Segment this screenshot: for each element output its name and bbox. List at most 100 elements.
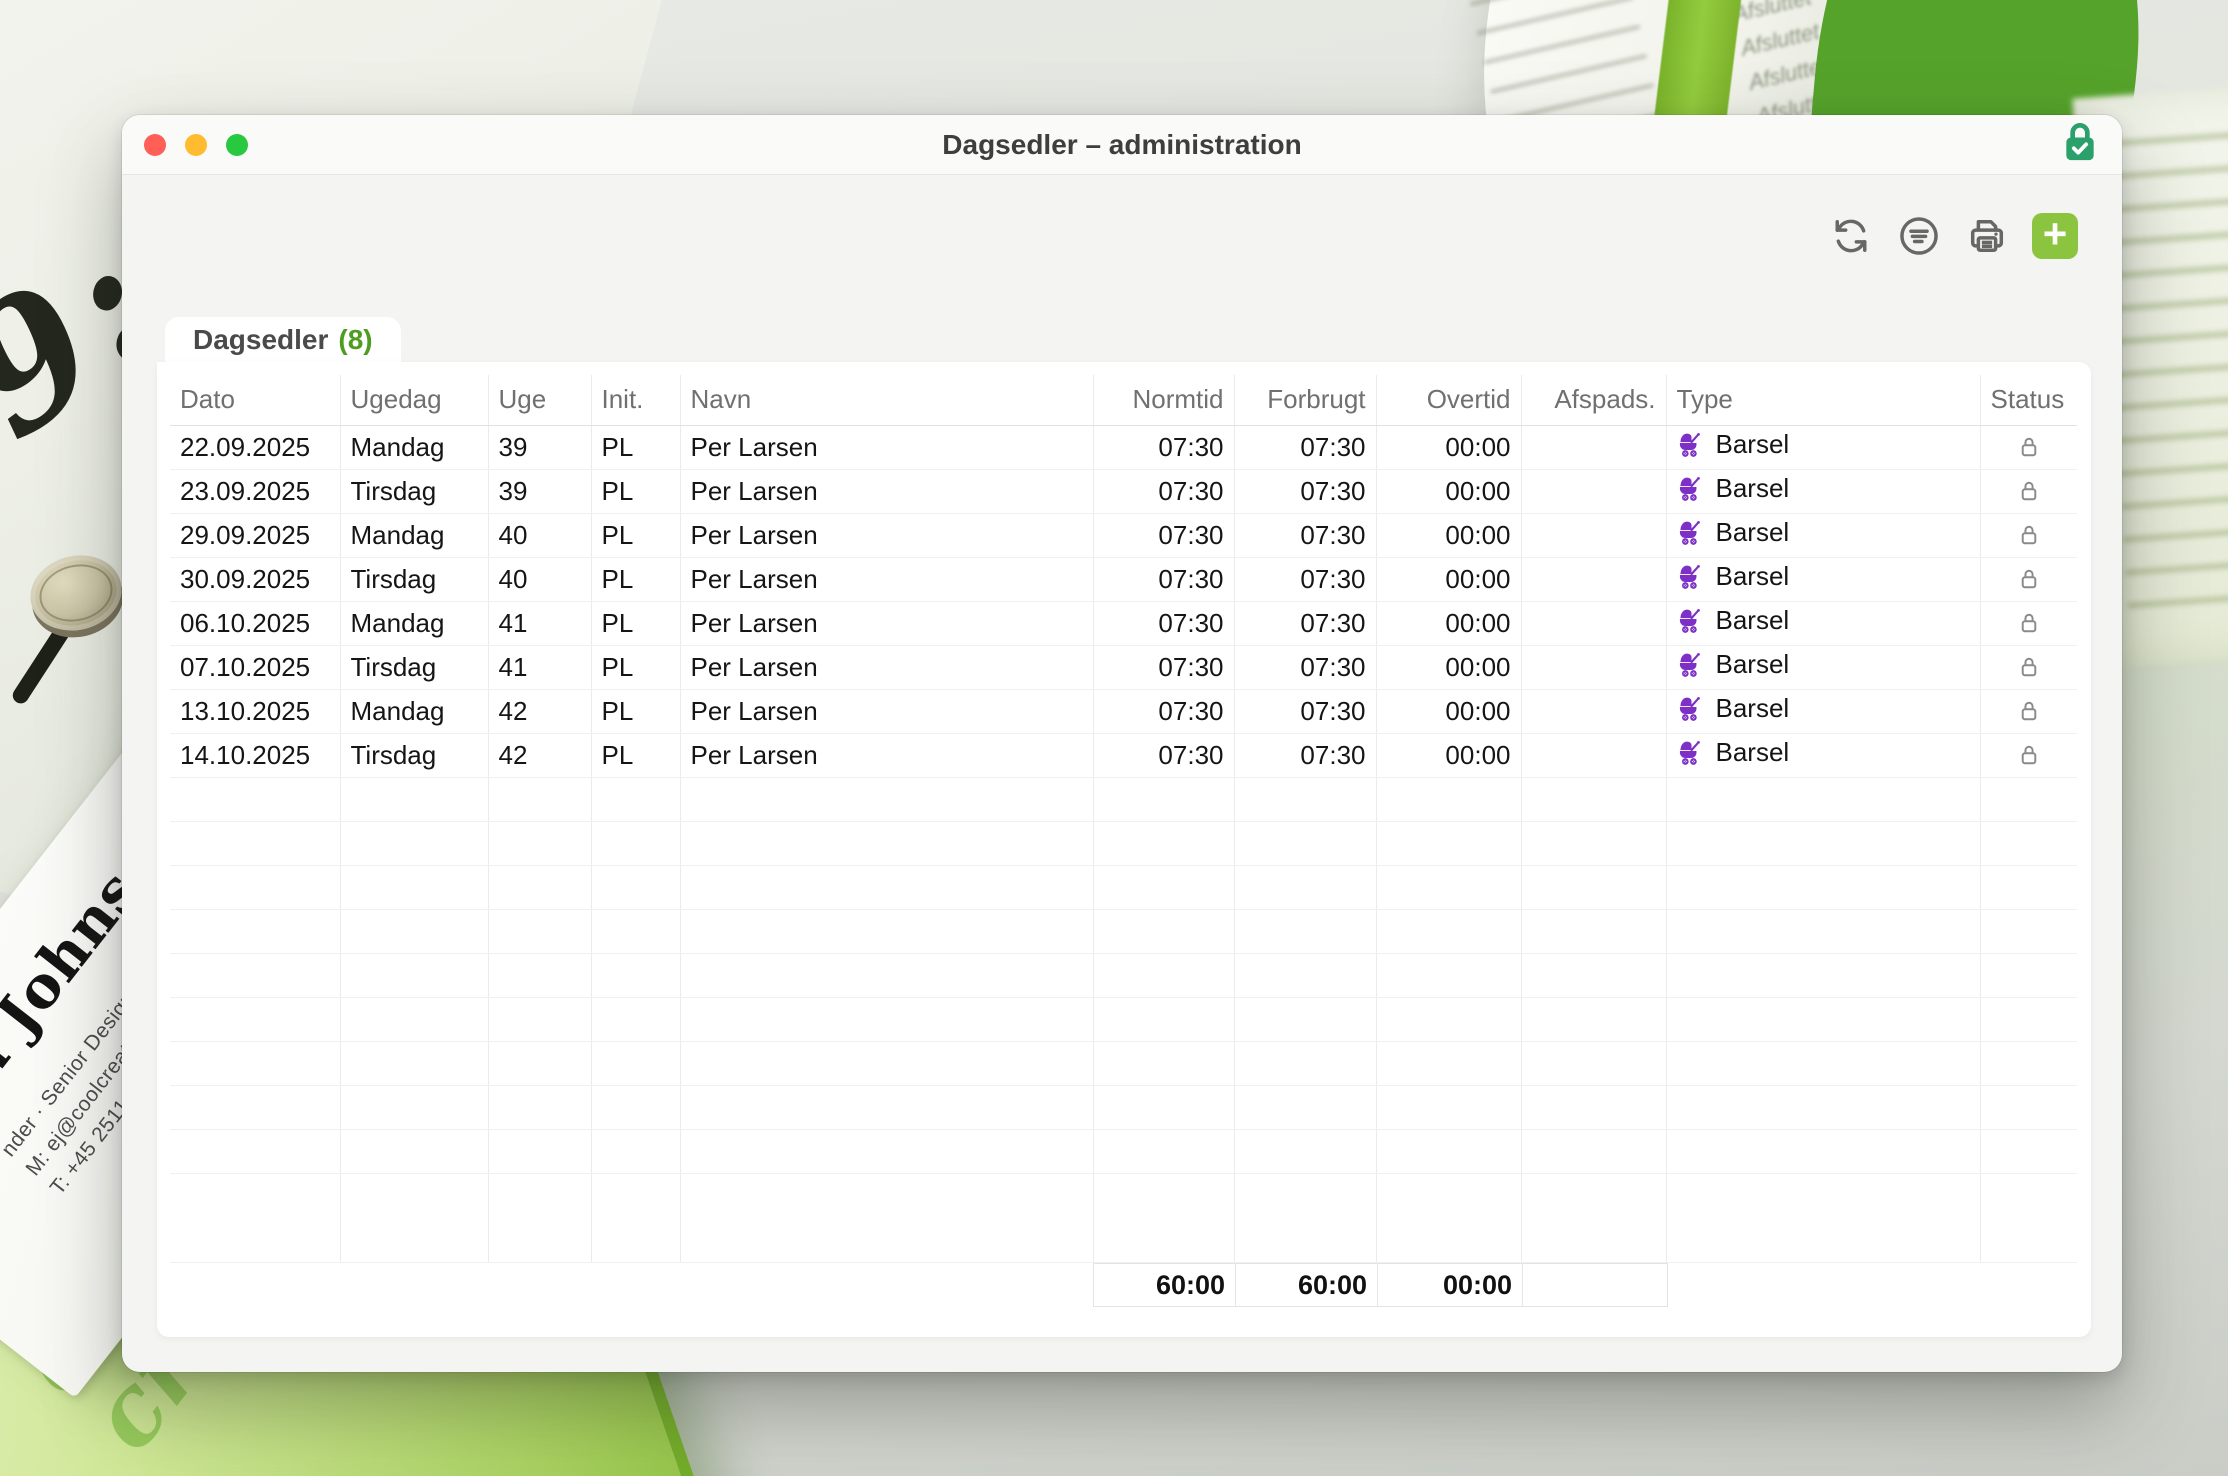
cell-dato: 22.09.2025 bbox=[170, 425, 340, 469]
cell-dato: 13.10.2025 bbox=[170, 689, 340, 733]
cell-forbrugt: 07:30 bbox=[1234, 733, 1376, 777]
table-row[interactable]: 30.09.2025Tirsdag40PLPer Larsen07:3007:3… bbox=[170, 557, 2077, 601]
cell-navn: Per Larsen bbox=[680, 689, 1093, 733]
column-header-status[interactable]: Status bbox=[1980, 375, 2077, 425]
column-header-forbrugt[interactable]: Forbrugt bbox=[1234, 375, 1376, 425]
table-body: 22.09.2025Mandag39PLPer Larsen07:3007:30… bbox=[170, 425, 2077, 1262]
column-header-dato[interactable]: Dato bbox=[170, 375, 340, 425]
cell-uge: 42 bbox=[488, 733, 591, 777]
cell-dato: 06.10.2025 bbox=[170, 601, 340, 645]
empty-row bbox=[170, 777, 2077, 821]
cell-ugedag: Mandag bbox=[340, 601, 488, 645]
column-header-overtid[interactable]: Overtid bbox=[1376, 375, 1521, 425]
cell-normtid: 07:30 bbox=[1093, 425, 1234, 469]
type-label: Barsel bbox=[1716, 737, 1790, 768]
cell-dato: 29.09.2025 bbox=[170, 513, 340, 557]
cell-dato: 23.09.2025 bbox=[170, 469, 340, 513]
cell-navn: Per Larsen bbox=[680, 557, 1093, 601]
cell-overtid: 00:00 bbox=[1376, 557, 1521, 601]
tab-dagsedler[interactable]: Dagsedler (8) bbox=[165, 317, 401, 363]
lock-icon bbox=[1991, 698, 2068, 724]
column-header-afspads[interactable]: Afspads. bbox=[1521, 375, 1666, 425]
cell-type: Barsel bbox=[1666, 689, 1980, 733]
table-row[interactable]: 23.09.2025Tirsdag39PLPer Larsen07:3007:3… bbox=[170, 469, 2077, 513]
total-overtid: 00:00 bbox=[1377, 1264, 1522, 1306]
cell-init: PL bbox=[591, 469, 680, 513]
cell-init: PL bbox=[591, 689, 680, 733]
cell-afspads bbox=[1521, 513, 1666, 557]
type-label: Barsel bbox=[1716, 561, 1790, 592]
cell-init: PL bbox=[591, 425, 680, 469]
empty-row bbox=[170, 1173, 2077, 1262]
cell-uge: 39 bbox=[488, 425, 591, 469]
pram-icon bbox=[1677, 607, 1704, 634]
totals-row: 60:00 60:00 00:00 bbox=[1093, 1263, 1668, 1307]
cell-overtid: 00:00 bbox=[1376, 513, 1521, 557]
cell-dato: 30.09.2025 bbox=[170, 557, 340, 601]
secure-lock-badge-icon[interactable] bbox=[2060, 120, 2100, 170]
empty-row bbox=[170, 953, 2077, 997]
cell-ugedag: Mandag bbox=[340, 425, 488, 469]
cell-afspads bbox=[1521, 733, 1666, 777]
filter-button[interactable] bbox=[1896, 213, 1942, 259]
desktop-wallpaper: 9: AfsluttetAfsluttetAfsluttetAfsluttetA… bbox=[0, 0, 2228, 1476]
cell-overtid: 00:00 bbox=[1376, 425, 1521, 469]
lock-icon bbox=[1991, 522, 2068, 548]
cell-navn: Per Larsen bbox=[680, 645, 1093, 689]
table-row[interactable]: 14.10.2025Tirsdag42PLPer Larsen07:3007:3… bbox=[170, 733, 2077, 777]
column-header-type[interactable]: Type bbox=[1666, 375, 1980, 425]
add-button[interactable]: + bbox=[2032, 213, 2078, 259]
table-row[interactable]: 07.10.2025Tirsdag41PLPer Larsen07:3007:3… bbox=[170, 645, 2077, 689]
pram-icon bbox=[1677, 739, 1704, 766]
titlebar[interactable]: Dagsedler – administration bbox=[122, 115, 2122, 175]
cell-type: Barsel bbox=[1666, 733, 1980, 777]
table-panel: DatoUgedagUgeInit.NavnNormtidForbrugtOve… bbox=[157, 362, 2091, 1337]
cell-init: PL bbox=[591, 645, 680, 689]
table-row[interactable]: 06.10.2025Mandag41PLPer Larsen07:3007:30… bbox=[170, 601, 2077, 645]
refresh-button[interactable] bbox=[1828, 213, 1874, 259]
cell-type: Barsel bbox=[1666, 645, 1980, 689]
column-header-uge[interactable]: Uge bbox=[488, 375, 591, 425]
cell-navn: Per Larsen bbox=[680, 733, 1093, 777]
cell-afspads bbox=[1521, 469, 1666, 513]
cell-type: Barsel bbox=[1666, 513, 1980, 557]
cell-uge: 40 bbox=[488, 557, 591, 601]
cell-afspads bbox=[1521, 557, 1666, 601]
cell-uge: 39 bbox=[488, 469, 591, 513]
table-row[interactable]: 13.10.2025Mandag42PLPer Larsen07:3007:30… bbox=[170, 689, 2077, 733]
cell-type: Barsel bbox=[1666, 557, 1980, 601]
cell-type: Barsel bbox=[1666, 601, 1980, 645]
cell-forbrugt: 07:30 bbox=[1234, 645, 1376, 689]
cell-status bbox=[1980, 645, 2077, 689]
column-header-init[interactable]: Init. bbox=[591, 375, 680, 425]
cell-forbrugt: 07:30 bbox=[1234, 557, 1376, 601]
cell-afspads bbox=[1521, 601, 1666, 645]
pram-icon bbox=[1677, 563, 1704, 590]
total-afspads bbox=[1522, 1264, 1667, 1306]
cell-navn: Per Larsen bbox=[680, 425, 1093, 469]
column-header-normtid[interactable]: Normtid bbox=[1093, 375, 1234, 425]
cell-type: Barsel bbox=[1666, 425, 1980, 469]
cell-status bbox=[1980, 733, 2077, 777]
cell-navn: Per Larsen bbox=[680, 601, 1093, 645]
lock-icon bbox=[1991, 434, 2068, 460]
lock-icon bbox=[1991, 610, 2068, 636]
cell-type: Barsel bbox=[1666, 469, 1980, 513]
column-header-navn[interactable]: Navn bbox=[680, 375, 1093, 425]
type-label: Barsel bbox=[1716, 517, 1790, 548]
table-row[interactable]: 29.09.2025Mandag40PLPer Larsen07:3007:30… bbox=[170, 513, 2077, 557]
cell-init: PL bbox=[591, 513, 680, 557]
app-window: Dagsedler – administration bbox=[122, 115, 2122, 1372]
type-label: Barsel bbox=[1716, 429, 1790, 460]
window-title: Dagsedler – administration bbox=[122, 115, 2122, 175]
print-button[interactable] bbox=[1964, 213, 2010, 259]
table-row[interactable]: 22.09.2025Mandag39PLPer Larsen07:3007:30… bbox=[170, 425, 2077, 469]
tab-count: (8) bbox=[338, 324, 372, 356]
lock-icon bbox=[1991, 654, 2068, 680]
cell-overtid: 00:00 bbox=[1376, 469, 1521, 513]
pram-icon bbox=[1677, 475, 1704, 502]
column-header-ugedag[interactable]: Ugedag bbox=[340, 375, 488, 425]
empty-row bbox=[170, 1129, 2077, 1173]
cell-normtid: 07:30 bbox=[1093, 557, 1234, 601]
type-label: Barsel bbox=[1716, 473, 1790, 504]
